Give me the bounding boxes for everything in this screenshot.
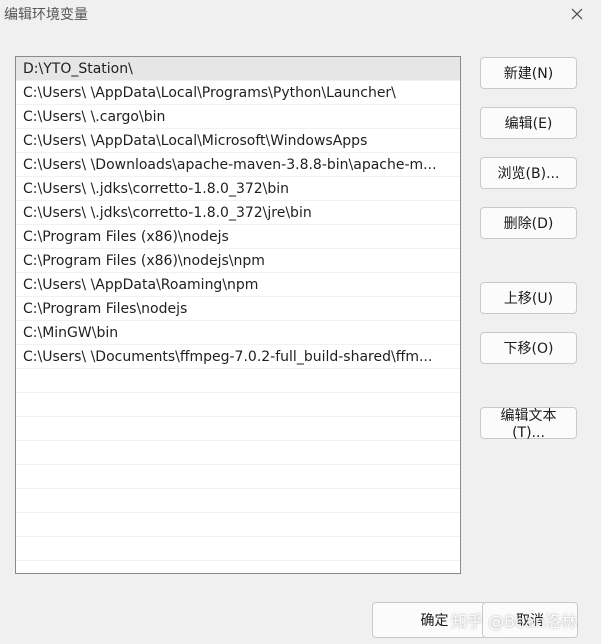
list-item[interactable]: C:\Users\ \AppData\Local\Programs\Python…: [16, 81, 460, 105]
ok-button[interactable]: 确定: [372, 602, 497, 638]
path-list[interactable]: D:\YTO_Station\ C:\Users\ \AppData\Local…: [15, 56, 461, 574]
move-down-button[interactable]: 下移(O): [480, 332, 577, 364]
list-item[interactable]: C:\MinGW\bin: [16, 321, 460, 345]
list-item[interactable]: C:\Users\ \AppData\Local\Microsoft\Windo…: [16, 129, 460, 153]
list-item[interactable]: C:\Users\ \AppData\Roaming\npm: [16, 273, 460, 297]
empty-list-row[interactable]: [16, 537, 460, 561]
new-button[interactable]: 新建(N): [480, 57, 577, 89]
list-item[interactable]: C:\Program Files\nodejs: [16, 297, 460, 321]
move-up-button[interactable]: 上移(U): [480, 282, 577, 314]
empty-list-row[interactable]: [16, 417, 460, 441]
delete-button[interactable]: 删除(D): [480, 207, 577, 239]
window-title: 编辑环境变量: [4, 7, 88, 23]
empty-list-row[interactable]: [16, 441, 460, 465]
list-item[interactable]: C:\Users\ \.cargo\bin: [16, 105, 460, 129]
list-item[interactable]: C:\Program Files (x86)\nodejs: [16, 225, 460, 249]
edit-button[interactable]: 编辑(E): [480, 107, 577, 139]
list-item[interactable]: C:\Users\ \Documents\ffmpeg-7.0.2-full_b…: [16, 345, 460, 369]
edit-text-button[interactable]: 编辑文本(T)...: [480, 407, 577, 441]
list-item[interactable]: C:\Program Files (x86)\nodejs\npm: [16, 249, 460, 273]
list-item[interactable]: D:\YTO_Station\: [16, 57, 460, 81]
empty-list-row[interactable]: [16, 513, 460, 537]
list-item[interactable]: C:\Users\ \.jdks\corretto-1.8.0_372\jre\…: [16, 201, 460, 225]
empty-list-row[interactable]: [16, 489, 460, 513]
list-item[interactable]: C:\Users\ \.jdks\corretto-1.8.0_372\bin: [16, 177, 460, 201]
browse-button[interactable]: 浏览(B)...: [480, 157, 577, 189]
close-button[interactable]: [561, 2, 593, 26]
close-icon: [571, 8, 583, 20]
empty-list-row[interactable]: [16, 369, 460, 393]
empty-list-row[interactable]: [16, 465, 460, 489]
empty-list-row[interactable]: [16, 393, 460, 417]
cancel-button[interactable]: 取消: [482, 602, 578, 638]
list-item[interactable]: C:\Users\ \Downloads\apache-maven-3.8.8-…: [16, 153, 460, 177]
title-bar: 编辑环境变量: [0, 0, 601, 28]
